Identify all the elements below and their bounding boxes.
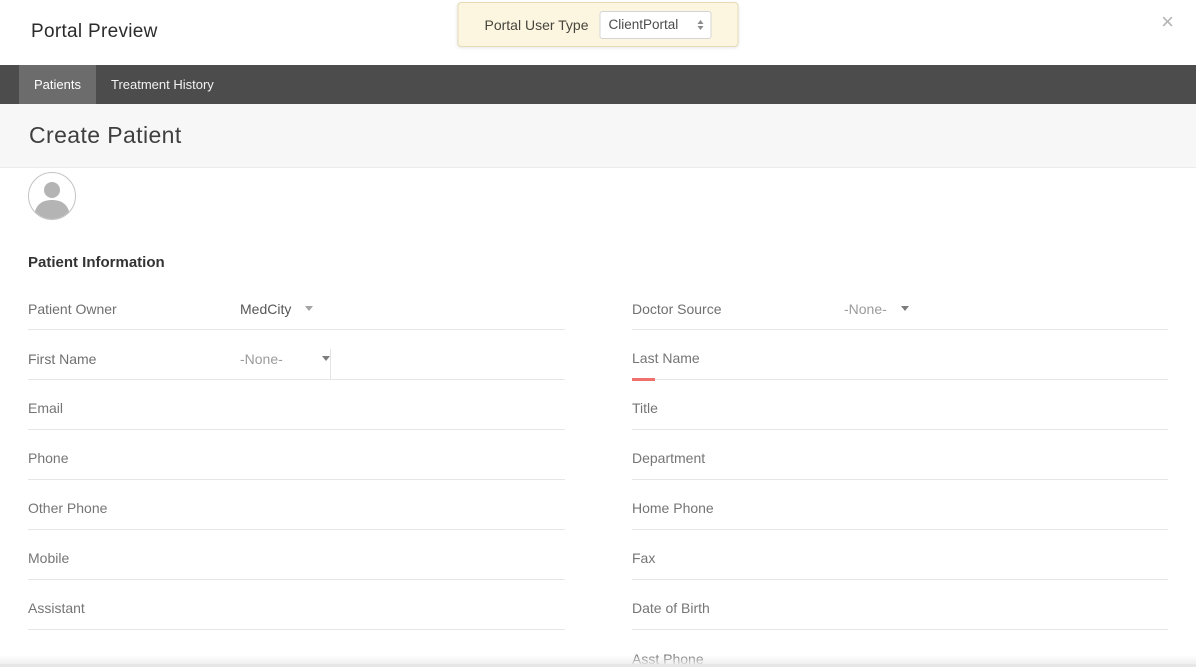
last-name-input[interactable] [632, 349, 1168, 367]
window-title: Portal Preview [31, 21, 158, 43]
form-column-left: Patient Owner MedCity First Name -None- [28, 280, 565, 667]
field-mobile [28, 530, 565, 580]
tab-patients[interactable]: Patients [19, 65, 96, 104]
field-fax [632, 530, 1168, 580]
create-patient-form: Patient Information Patient Owner MedCit… [0, 172, 1196, 667]
patient-photo-upload[interactable] [28, 172, 76, 220]
first-name-input[interactable] [343, 349, 565, 367]
portal-user-type-value: ClientPortal [609, 17, 679, 32]
home-phone-input[interactable] [632, 499, 1168, 517]
field-home-phone [632, 480, 1168, 530]
chevron-down-icon [322, 356, 330, 361]
first-name-label: First Name [28, 351, 240, 367]
field-doctor-source: Doctor Source -None- [632, 280, 1168, 330]
fax-input[interactable] [632, 549, 1168, 567]
doctor-source-value: -None- [844, 301, 887, 317]
field-assistant [28, 580, 565, 630]
field-divider [330, 349, 331, 379]
assistant-input[interactable] [28, 599, 565, 617]
chevron-down-icon [305, 306, 313, 311]
patient-owner-label: Patient Owner [28, 301, 240, 317]
doctor-source-picklist[interactable]: -None- [844, 301, 909, 317]
chevron-down-icon [901, 306, 909, 311]
field-asst-phone [632, 630, 1168, 667]
patient-owner-value: MedCity [240, 301, 291, 317]
salutation-picklist[interactable]: -None- [240, 351, 330, 367]
title-input[interactable] [632, 399, 1168, 417]
date-of-birth-input[interactable] [632, 599, 1168, 617]
field-first-name: First Name -None- [28, 330, 565, 380]
field-title [632, 380, 1168, 430]
portal-preview-window: Portal Preview Portal User Type ClientPo… [0, 0, 1196, 667]
form-column-right: Doctor Source -None- [632, 280, 1168, 667]
field-patient-owner: Patient Owner MedCity [28, 280, 565, 330]
form-columns: Patient Owner MedCity First Name -None- [28, 280, 1168, 667]
module-navbar: Patients Treatment History [0, 65, 1196, 104]
doctor-source-label: Doctor Source [632, 301, 844, 317]
page-title: Create Patient [29, 122, 182, 149]
person-icon [29, 173, 75, 219]
header: Portal Preview Portal User Type ClientPo… [0, 0, 1196, 65]
mobile-input[interactable] [28, 549, 565, 567]
field-other-phone [28, 480, 565, 530]
tab-treatment-history[interactable]: Treatment History [96, 65, 229, 104]
select-spinner-icon [698, 20, 704, 30]
field-email [28, 380, 565, 430]
portal-user-type-select[interactable]: ClientPortal [600, 11, 712, 39]
patient-owner-picklist[interactable]: MedCity [240, 301, 313, 317]
portal-user-type-label: Portal User Type [484, 17, 588, 33]
field-phone [28, 430, 565, 480]
other-phone-input[interactable] [28, 499, 565, 517]
asst-phone-input[interactable] [632, 650, 1168, 667]
portal-user-type-notice: Portal User Type ClientPortal [457, 2, 738, 47]
salutation-value: -None- [240, 351, 283, 367]
section-title-patient-information: Patient Information [28, 254, 1168, 271]
department-input[interactable] [632, 449, 1168, 467]
phone-input[interactable] [28, 449, 565, 467]
field-last-name [632, 330, 1168, 380]
close-icon[interactable]: × [1161, 9, 1174, 35]
field-date-of-birth [632, 580, 1168, 630]
page-title-band: Create Patient [0, 104, 1196, 168]
field-department [632, 430, 1168, 480]
email-input[interactable] [28, 399, 565, 417]
